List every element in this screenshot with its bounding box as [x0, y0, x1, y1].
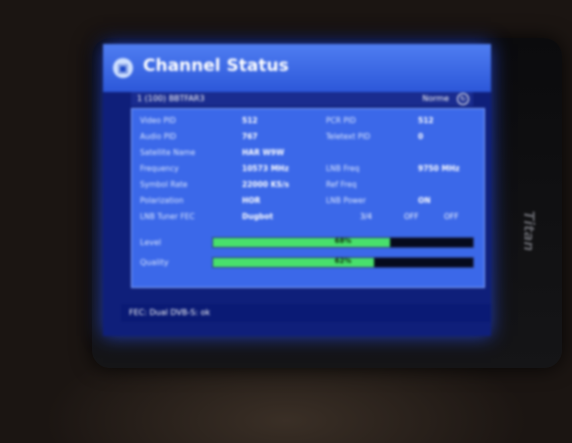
footer-text: FEC: Dual DVB-S: ok	[129, 308, 211, 317]
lnb-power-label: LNB Power	[326, 196, 366, 205]
level-label: Level	[140, 238, 162, 247]
tv-icon: ▣	[113, 58, 133, 78]
teletext-pid-value: 0	[418, 132, 424, 141]
frequency-label: Frequency	[140, 164, 179, 173]
row-fec: LNB Tuner FEC Dugbot 3/4 OFF OFF	[138, 209, 478, 223]
quality-percent: 62%	[334, 257, 352, 265]
row-video-pid: Video PID 512 PCR PID 512	[138, 113, 478, 127]
lnb-power-value: ON	[418, 196, 431, 205]
pcr-pid-label: PCR PID	[326, 116, 356, 125]
status-panel: Video PID 512 PCR PID 512 Audio PID 767 …	[131, 108, 485, 288]
lnb-freq-value: 9750 MHz	[418, 164, 460, 173]
quality-meter: Quality 62%	[138, 255, 478, 269]
quality-bar: 62%	[212, 257, 474, 268]
row-satellite: Satellite Name HAR W9W	[138, 145, 478, 159]
video-pid-label: Video PID	[140, 116, 176, 125]
osd-screen: ▣ Channel Status 1 (100) BBTFAR3 Norme ↻…	[103, 44, 491, 336]
channel-info-bar: 1 (100) BBTFAR3 Norme ↻	[131, 92, 473, 106]
fec-value: 3/4	[360, 212, 373, 221]
audio-pid-label: Audio PID	[140, 132, 177, 141]
refresh-icon[interactable]: ↻	[457, 93, 469, 105]
status-footer: FEC: Dual DVB-S: ok	[121, 304, 491, 322]
pcr-pid-value: 512	[418, 116, 434, 125]
row-polarization: Polarization HOR LNB Power ON	[138, 193, 478, 207]
brand-label: Titan	[519, 210, 536, 252]
quality-label: Quality	[140, 258, 169, 267]
fec-label: LNB Tuner FEC	[140, 212, 195, 221]
symbol-rate-label: Symbol Rate	[140, 180, 188, 189]
window-title: Channel Status	[143, 56, 289, 76]
lnb-freq-label: LNB Freq	[326, 164, 360, 173]
window-header: ▣ Channel Status	[103, 44, 491, 92]
row-frequency: Frequency 10573 MHz LNB Freq 9750 MHz	[138, 161, 478, 175]
teletext-pid-label: Teletext PID	[326, 132, 371, 141]
polarization-label: Polarization	[140, 196, 184, 205]
fec-extra-2: OFF	[444, 212, 459, 221]
level-percent: 68%	[334, 237, 352, 245]
frequency-value: 10573 MHz	[242, 164, 289, 173]
satellite-value: HAR W9W	[242, 148, 285, 157]
level-bar: 68%	[212, 237, 474, 248]
audio-pid-value: 767	[242, 132, 258, 141]
polarization-value: HOR	[242, 196, 261, 205]
row-symbol-rate: Symbol Rate 22000 KS/s Ref Freq	[138, 177, 478, 191]
video-pid-value: 512	[242, 116, 258, 125]
fec-extra-1: OFF	[404, 212, 419, 221]
fec-mode: Dugbot	[242, 212, 274, 221]
row-audio-pid: Audio PID 767 Teletext PID 0	[138, 129, 478, 143]
satellite-label: Satellite Name	[140, 148, 196, 157]
channel-name: 1 (100) BBTFAR3	[137, 94, 205, 103]
ref-freq-label: Ref Freq	[326, 180, 357, 189]
symbol-rate-value: 22000 KS/s	[242, 180, 290, 189]
level-meter: Level 68%	[138, 235, 478, 249]
region-label: Norme	[422, 94, 449, 103]
